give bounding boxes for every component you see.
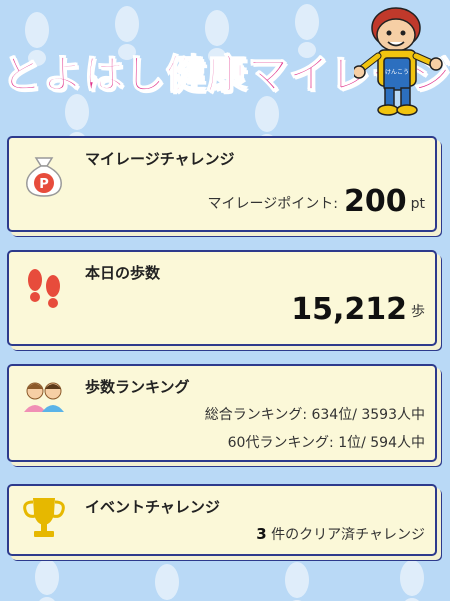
point-bag-icon: P: [26, 157, 62, 197]
footprint-icon: [35, 559, 59, 601]
step-ranking-card[interactable]: 歩数ランキング 総合ランキング: 634位/ 3593人中 60代ランキング: …: [7, 364, 437, 462]
footprint-icon: [400, 560, 424, 601]
steps-value-line: 15,212 歩: [285, 292, 425, 327]
mileage-points-line: マイレージポイント: 200 pt: [208, 184, 425, 219]
event-challenge-title: イベントチャレンジ: [85, 498, 220, 516]
todays-steps-card[interactable]: 本日の歩数 15,212 歩: [7, 250, 437, 346]
todays-steps-title: 本日の歩数: [85, 264, 161, 282]
mileage-points-label: マイレージポイント:: [207, 196, 338, 212]
mileage-challenge-title: マイレージチャレンジ: [85, 150, 235, 168]
cleared-challenges-suffix: 件のクリア済チャレンジ: [266, 527, 425, 543]
footprints-icon: [28, 269, 60, 308]
footprint-icon: [155, 564, 179, 600]
app-header: とよはし健康マイレージ けんこう: [0, 0, 450, 130]
step-ranking-title: 歩数ランキング: [85, 378, 190, 396]
event-challenge-card[interactable]: イベントチャレンジ 3 件のクリア済チャレンジ: [7, 484, 437, 556]
age-group-ranking-text: 60代ランキング: 1位/ 594人中: [227, 435, 425, 451]
cleared-challenges-line: 3 件のクリア済チャレンジ: [256, 524, 425, 544]
footprint-icon: [285, 562, 309, 601]
people-ranking-icon: [24, 382, 64, 412]
steps-count: 15,212: [291, 292, 407, 327]
svg-text:けんこう: けんこう: [385, 69, 409, 76]
mileage-challenge-card[interactable]: P マイレージチャレンジ マイレージポイント: 200 pt: [7, 136, 437, 232]
trophy-icon: [23, 498, 65, 537]
steps-unit: 歩: [411, 304, 425, 320]
overall-ranking-text: 総合ランキング: 634位/ 3593人中: [204, 407, 425, 423]
app-title-logo: とよはし健康マイレージ: [1, 51, 450, 98]
mileage-points-value: 200: [343, 184, 407, 219]
svg-text:P: P: [39, 177, 49, 192]
mileage-points-unit: pt: [410, 196, 425, 212]
mascot-character-icon: けんこう: [354, 7, 443, 116]
cleared-challenges-count: 3: [256, 525, 267, 543]
